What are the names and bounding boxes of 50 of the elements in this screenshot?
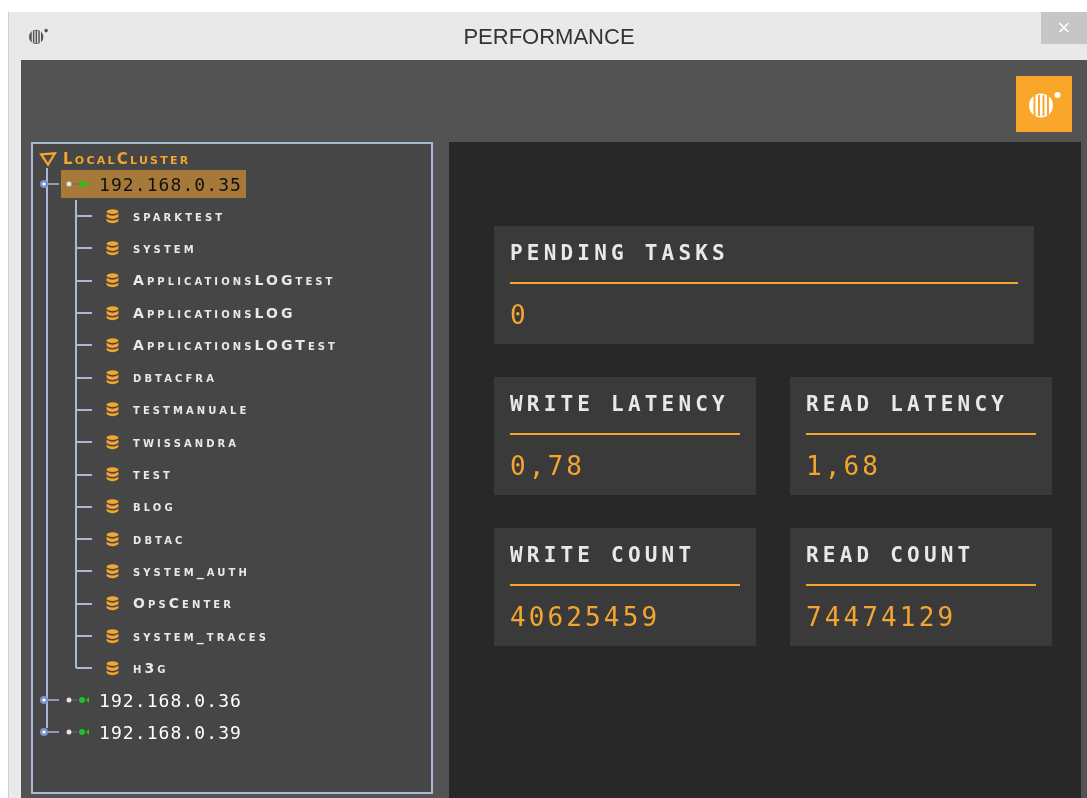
metric-title: READ COUNT — [806, 544, 976, 566]
keyspace-label[interactable]: dbtac — [133, 528, 186, 550]
keyspace-label[interactable]: blog — [133, 496, 176, 518]
keyspace-label[interactable]: system — [133, 237, 197, 259]
database-icon — [106, 434, 119, 450]
keyspace-label[interactable]: h3g — [133, 657, 169, 679]
database-icon — [106, 305, 119, 321]
keyspace-label[interactable]: twissandra — [133, 431, 240, 453]
metric-value: 0 — [510, 302, 530, 328]
cluster-icon — [37, 151, 59, 167]
keyspace-label[interactable]: sparktest — [133, 205, 226, 227]
database-icon — [106, 467, 119, 482]
database-icon — [106, 402, 119, 418]
keyspace-label[interactable]: ApplicationsLOG — [133, 302, 296, 324]
database-icon — [106, 628, 119, 644]
database-icon — [106, 563, 119, 579]
keyspace-label[interactable]: system_traces — [133, 625, 269, 647]
database-icon — [106, 337, 119, 353]
database-icon — [106, 240, 119, 256]
node-label: 192.168.0.36 — [99, 688, 242, 713]
cluster-label[interactable]: LocalCluster — [63, 147, 191, 171]
database-icon — [106, 596, 119, 612]
metric-value: 0,78 — [510, 453, 587, 479]
keyspace-label[interactable]: system_auth — [133, 560, 250, 582]
keyspace-label[interactable]: dbtacfra — [133, 367, 217, 389]
database-icon — [106, 208, 119, 224]
node-label: 192.168.0.39 — [99, 720, 242, 745]
keyspace-label[interactable]: ApplicationsLOGtest — [133, 270, 336, 292]
metric-title: WRITE COUNT — [510, 544, 697, 566]
metric-value: 1,68 — [806, 453, 883, 479]
keyspace-label[interactable]: OpsCenter — [133, 593, 234, 615]
database-icon — [106, 531, 119, 547]
tree-node[interactable]: 192.168.0.36 — [61, 686, 246, 715]
metric-title: READ LATENCY — [806, 393, 1010, 415]
keyspace-label[interactable]: test — [133, 464, 173, 485]
tree-node[interactable]: 192.168.0.39 — [61, 718, 246, 747]
database-icon — [106, 660, 119, 676]
metric-value: 74474129 — [806, 604, 958, 630]
tree-expander-icon[interactable] — [39, 177, 61, 191]
metric-value: 40625459 — [510, 604, 662, 630]
metric-title: PENDING TASKS — [510, 242, 730, 264]
database-icon — [106, 273, 119, 289]
node-label: 192.168.0.35 — [99, 172, 242, 197]
database-icon — [106, 370, 119, 386]
keyspace-label[interactable]: ApplicationsLOGTest — [133, 334, 338, 356]
keyspace-label[interactable]: testmanuale — [133, 399, 250, 421]
tree-node[interactable]: 192.168.0.35 — [61, 170, 246, 198]
metric-title: WRITE LATENCY — [510, 393, 730, 415]
database-icon — [106, 499, 119, 515]
window-title: PERFORMANCE — [462, 22, 636, 51]
